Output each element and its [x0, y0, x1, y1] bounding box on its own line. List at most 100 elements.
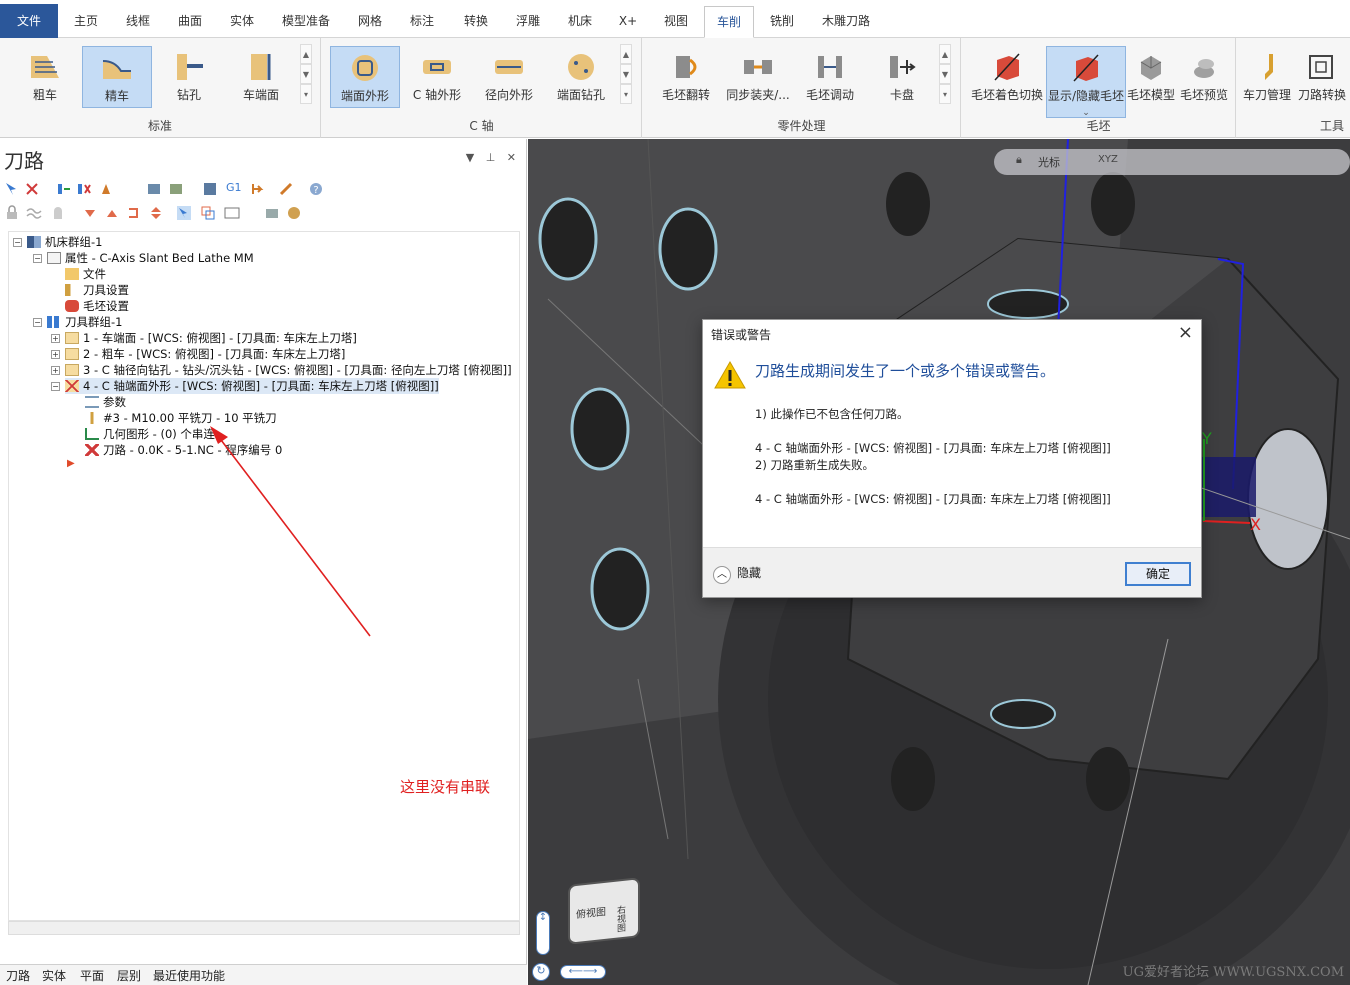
- tab-file[interactable]: 文件: [0, 4, 58, 38]
- tree-node-op-4[interactable]: 4 - C 轴端面外形 - [WCS: 俯视图] - [刀具面: 车床左上刀塔 …: [65, 378, 439, 394]
- radial-contour-button[interactable]: 径向外形: [474, 46, 544, 108]
- tab-woodcarving[interactable]: 木雕刀路: [810, 6, 882, 38]
- view-cube[interactable]: 俯视图 右视图: [568, 877, 640, 945]
- stock-model-button[interactable]: 毛坯模型: [1126, 46, 1176, 108]
- ok-button[interactable]: 确定: [1125, 562, 1191, 586]
- wave-icon[interactable]: [26, 205, 42, 221]
- face-contour-button[interactable]: 端面外形: [330, 46, 400, 108]
- tree-node-properties[interactable]: 属性 - C-Axis Slant Bed Lathe MM: [47, 250, 254, 266]
- cursor-snap-label[interactable]: 光标: [1038, 154, 1060, 170]
- tab-planes[interactable]: 平面: [80, 967, 104, 984]
- face-drill-button[interactable]: 端面钻孔: [546, 46, 616, 108]
- horizontal-rotate-control[interactable]: ⟵⟶: [560, 965, 606, 979]
- tab-mesh[interactable]: 网格: [346, 6, 394, 38]
- drill-button[interactable]: 钻孔: [154, 46, 224, 108]
- expand-toggle[interactable]: +: [51, 366, 60, 375]
- tab-solid[interactable]: 实体: [218, 6, 266, 38]
- expand-toggle[interactable]: +: [51, 350, 60, 359]
- collapse-toggle[interactable]: −: [13, 238, 22, 247]
- tab-lathe[interactable]: 车削: [704, 6, 754, 38]
- finish-turn-button[interactable]: 精车: [82, 46, 152, 108]
- verify-icon[interactable]: [146, 181, 162, 197]
- xyz-icon[interactable]: XYZ: [1098, 154, 1118, 165]
- close-icon[interactable]: ×: [1178, 322, 1193, 343]
- tab-surface[interactable]: 曲面: [166, 6, 214, 38]
- lock-icon[interactable]: 🔒︎: [1016, 153, 1022, 167]
- insert-after-icon[interactable]: [126, 205, 142, 221]
- pin-icon[interactable]: ⊥: [486, 151, 496, 164]
- tab-model-prep[interactable]: 模型准备: [270, 6, 342, 38]
- tab-machine[interactable]: 机床: [556, 6, 604, 38]
- tree-node-toolpath[interactable]: 刀路 - 0.0K - 5-1.NC - 程序编号 0: [85, 442, 282, 458]
- toolpath-tree[interactable]: − 机床群组-1 − 属性 - C-Axis Slant Bed Lathe M…: [8, 231, 520, 921]
- deselect-icon[interactable]: [24, 181, 40, 197]
- tab-view[interactable]: 视图: [652, 6, 700, 38]
- lock-edit-icon[interactable]: [278, 181, 294, 197]
- group-scroll-part-handling[interactable]: ▲ ▼ ▾: [939, 44, 951, 106]
- expand-toggle[interactable]: +: [51, 334, 60, 343]
- g1-icon[interactable]: G1: [226, 181, 242, 197]
- view-cube-top[interactable]: 俯视图: [576, 903, 606, 921]
- vertical-rotate-control[interactable]: ↕: [536, 911, 550, 955]
- show-hide-stock-button[interactable]: 显示/隐藏毛坯 ⌄: [1046, 46, 1126, 118]
- move-up-icon[interactable]: [104, 205, 120, 221]
- tree-node-files[interactable]: 文件: [65, 266, 106, 282]
- tab-mill[interactable]: 铣削: [758, 6, 806, 38]
- move-down-icon[interactable]: [82, 205, 98, 221]
- tab-annotate[interactable]: 标注: [398, 6, 446, 38]
- group-scroll-c-axis[interactable]: ▲ ▼ ▾: [620, 44, 632, 106]
- view-cube-right[interactable]: 右视图: [614, 905, 627, 933]
- stock-shade-toggle-button[interactable]: 毛坯着色切换: [968, 46, 1046, 108]
- palette-icon[interactable]: [286, 205, 302, 221]
- stock-shift-button[interactable]: 毛坯调动: [795, 46, 865, 108]
- simulate-icon[interactable]: [100, 181, 116, 197]
- group-scroll-standard[interactable]: ▲ ▼ ▾: [300, 44, 312, 106]
- stock-preview-button[interactable]: 毛坯预览: [1178, 46, 1230, 108]
- tab-recent-functions[interactable]: 最近使用功能: [153, 967, 225, 984]
- tool-library-icon[interactable]: [264, 205, 280, 221]
- post-icon[interactable]: [202, 181, 218, 197]
- rotate-icon[interactable]: ↻: [532, 963, 550, 981]
- tab-levels[interactable]: 层别: [117, 967, 141, 984]
- help-icon[interactable]: ?: [308, 181, 324, 197]
- toolpath-transform-button[interactable]: 刀路转换: [1295, 46, 1349, 108]
- collapse-toggle[interactable]: −: [33, 318, 42, 327]
- copy-icon[interactable]: [200, 205, 216, 221]
- insert-arrow-icon[interactable]: [148, 205, 164, 221]
- tree-node-parameters[interactable]: 参数: [85, 394, 126, 410]
- regenerate-dirty-icon[interactable]: [76, 181, 92, 197]
- tab-relief[interactable]: 浮雕: [504, 6, 552, 38]
- tree-node-tool-settings[interactable]: 刀具设置: [65, 282, 129, 298]
- highlight-icon[interactable]: [176, 205, 192, 221]
- tree-node-op-2[interactable]: 2 - 粗车 - [WCS: 俯视图] - [刀具面: 车床左上刀塔]: [65, 346, 345, 362]
- collapse-toggle[interactable]: −: [33, 254, 42, 263]
- display-options-icon[interactable]: [224, 205, 240, 221]
- tree-node-stock-settings[interactable]: 毛坯设置: [65, 298, 129, 314]
- tree-horizontal-scrollbar[interactable]: [8, 921, 520, 935]
- tab-toolpaths[interactable]: 刀路: [6, 967, 30, 984]
- c-axis-contour-button[interactable]: C 轴外形: [402, 46, 472, 108]
- lathe-tool-manager-button[interactable]: 车刀管理: [1239, 46, 1295, 108]
- close-icon[interactable]: ✕: [507, 151, 516, 164]
- panel-menu-icon[interactable]: ▼: [466, 151, 474, 164]
- tree-node-tool[interactable]: #3 - M10.00 平铣刀 - 10 平铣刀: [85, 410, 277, 426]
- collapse-toggle[interactable]: −: [51, 382, 60, 391]
- tree-node-op-1[interactable]: 1 - 车端面 - [WCS: 俯视图] - [刀具面: 车床左上刀塔]: [65, 330, 357, 346]
- chuck-button[interactable]: 卡盘: [867, 46, 937, 108]
- hide-details-toggle[interactable]: ︿ 隐藏: [713, 564, 761, 584]
- expand-icon[interactable]: [250, 181, 266, 197]
- tree-node-op-3[interactable]: 3 - C 轴径向钻孔 - 钻头/沉头钻 - [WCS: 俯视图] - [刀具面…: [65, 362, 512, 378]
- lock-icon[interactable]: [4, 205, 20, 221]
- tab-solids[interactable]: 实体: [42, 967, 66, 984]
- sync-clamp-button[interactable]: 同步装夹/...: [723, 46, 793, 108]
- rough-turn-button[interactable]: 粗车: [10, 46, 80, 108]
- regenerate-selected-icon[interactable]: [56, 181, 72, 197]
- tab-wireframe[interactable]: 线框: [114, 6, 162, 38]
- tab-xplus[interactable]: X+: [608, 6, 648, 38]
- stock-flip-button[interactable]: 毛坯翻转: [651, 46, 721, 108]
- ghost-icon[interactable]: [50, 205, 66, 221]
- face-turn-button[interactable]: 车端面: [226, 46, 296, 108]
- select-all-icon[interactable]: [4, 181, 20, 197]
- tree-node-geometry[interactable]: 几何图形 - (0) 个串连: [85, 426, 215, 442]
- tab-home[interactable]: 主页: [62, 6, 110, 38]
